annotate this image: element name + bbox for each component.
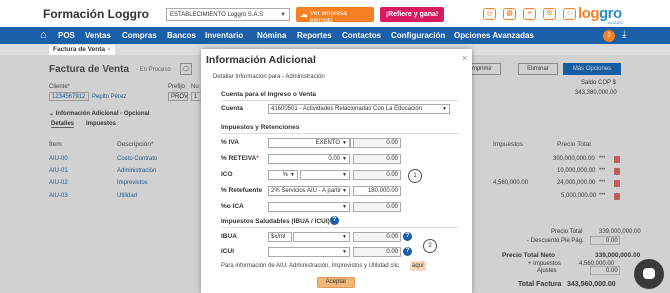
ibua-unit-value: $x/ml — [271, 234, 286, 240]
ico-unit-select[interactable]: % ▼ — [268, 170, 298, 180]
help-desk-icon[interactable]: ◎ — [483, 8, 496, 20]
section-impuestos: Impuestos y Retenciones — [221, 124, 300, 131]
retefuente-label: % Retefuente — [221, 187, 263, 194]
top-bar: Formación Loggro ESTABLECIMIENTO Loggro … — [0, 0, 670, 27]
cuenta-label: Cuenta — [221, 105, 244, 112]
company-select[interactable]: ESTABLECIMIENTO Loggro S.A.S ▼ — [166, 8, 290, 21]
divider — [221, 227, 459, 228]
home-icon[interactable]: ⌂ — [40, 29, 47, 41]
ibua-label: IBUA — [221, 233, 237, 240]
modal-subtitle: Detallar Información para - Administraci… — [213, 74, 325, 80]
nav-item-contactos[interactable]: Contactos — [342, 31, 381, 40]
tab-factura-venta[interactable]: Factura de Venta × — [49, 45, 115, 55]
company-select-value: ESTABLECIMIENTO Loggro S.A.S — [170, 12, 264, 18]
ica-amount: 0.00 — [353, 202, 401, 212]
icui-label: ICUI — [221, 248, 234, 255]
ico-unit-value: % — [282, 172, 288, 178]
modal-title: Información Adicional — [206, 54, 316, 66]
retefuente-amount: 180,000.00 — [353, 186, 401, 196]
ibua-amount: 0.00 — [353, 232, 401, 242]
refer-button[interactable]: ¡Refiere y gana! — [380, 7, 444, 22]
chevron-down-icon: ▼ — [342, 156, 347, 162]
chevron-down-icon: ▼ — [342, 188, 347, 194]
chevron-down-icon: ▼ — [342, 234, 347, 240]
reteiva-select[interactable]: 0.00 ▼ — [268, 154, 350, 164]
ico-label: ICO — [221, 171, 233, 178]
section-cuenta: Cuenta para el Ingreso o Venta — [221, 91, 316, 98]
reteiva-amount: 0.00 — [353, 154, 401, 164]
calendar-icon[interactable]: ▦ — [503, 8, 516, 20]
close-icon[interactable]: × — [462, 53, 467, 63]
nav-item-compras[interactable]: Compras — [122, 31, 157, 40]
ibua-unit-field[interactable]: $x/ml — [268, 232, 292, 242]
nav-item-pos[interactable]: POS — [58, 31, 75, 40]
reteiva-label: % RETEIVA* — [221, 155, 259, 162]
divider — [221, 133, 459, 134]
help-icon[interactable]: ? — [330, 216, 339, 225]
nav-item-reportes[interactable]: Reportes — [297, 31, 332, 40]
retefuente-select-value: 2% Servicios AIU - A partir — [271, 188, 342, 194]
section-saludables: Impuestos Saludables (IBUA / ICUI) — [221, 218, 330, 225]
additional-info-modal: Información Adicional × Detallar Informa… — [201, 49, 472, 293]
chevron-down-icon: ▼ — [290, 172, 295, 178]
chevron-down-icon: ▼ — [342, 204, 347, 210]
logo-subtitle: ALIADO — [608, 20, 623, 25]
download-icon[interactable]: ⤓ — [622, 29, 626, 40]
aiu-info-link[interactable]: aquí — [410, 261, 426, 271]
app-title: Formación Loggro — [43, 7, 149, 21]
reteiva-select-value: 0.00 — [328, 156, 340, 162]
nav-item-inventario[interactable]: Inventario — [205, 31, 243, 40]
settings-icon[interactable]: ⚙ — [543, 8, 556, 20]
annotation-marker-1: 1 — [408, 169, 422, 183]
chevron-down-icon: ▼ — [342, 140, 347, 146]
annotation-marker-2: 2 — [423, 239, 437, 253]
nav-item-bancos[interactable]: Bancos — [167, 31, 196, 40]
nav-item-ventas[interactable]: Ventas — [85, 31, 111, 40]
example-company-button[interactable]: ☁ Ver empresa ejemplo — [296, 7, 374, 24]
nav-item-opciones-avanzadas[interactable]: Opciones Avanzadas — [454, 31, 534, 40]
help-icon[interactable]: ? — [403, 247, 412, 256]
accept-button[interactable]: Aceptar — [317, 277, 355, 288]
help-icon[interactable]: ? — [403, 232, 412, 241]
notification-badge[interactable]: 2 — [603, 30, 615, 42]
iva-amount: 0.00 — [353, 138, 401, 148]
tab-label: Factura de Venta — [53, 46, 106, 53]
ico-amount: 0.00 — [353, 170, 401, 180]
cuenta-select[interactable]: 41600501 - Actividades Relacionadas Con … — [268, 104, 450, 114]
nav-item-nomina[interactable]: Nómina — [257, 31, 286, 40]
ibua-select[interactable]: ▼ — [293, 232, 350, 242]
chevron-down-icon: ▼ — [442, 106, 447, 112]
chevron-down-icon: ▼ — [342, 249, 347, 255]
chevron-down-icon: ▼ — [280, 12, 286, 18]
example-company-label: Ver empresa ejemplo — [310, 10, 347, 24]
icui-amount: 0.00 — [353, 247, 401, 257]
ica-select[interactable]: ▼ — [268, 202, 350, 212]
ica-label: %o ICA — [221, 203, 244, 210]
retefuente-select[interactable]: 2% Servicios AIU - A partir ▼ — [268, 186, 350, 196]
chevron-down-icon: ▼ — [342, 172, 347, 178]
cuenta-select-value: 41600501 - Actividades Relacionadas Con … — [271, 106, 423, 112]
icui-select[interactable]: ▼ — [268, 247, 350, 257]
chat-button[interactable] — [634, 259, 664, 289]
cloud-icon: ☁ — [300, 10, 308, 19]
main-nav: ⌂ POS Ventas Compras Bancos Inventario N… — [0, 27, 670, 44]
ico-select[interactable]: ▼ — [300, 170, 350, 180]
nav-item-configuracion[interactable]: Configuración — [391, 31, 445, 40]
messages-icon[interactable]: ≡ — [523, 8, 536, 20]
user-icon[interactable]: ☺ — [563, 8, 576, 20]
divider — [221, 100, 459, 101]
iva-label: % IVA — [221, 139, 239, 146]
iva-select-value: EXENTO — [315, 140, 340, 146]
aiu-info-note: Para información de AIU: Administración,… — [221, 263, 400, 269]
chat-bubble-icon — [643, 268, 655, 279]
required-mark: * — [256, 155, 259, 162]
close-icon[interactable]: × — [107, 46, 111, 53]
iva-select[interactable]: EXENTO ▼ — [268, 138, 350, 148]
